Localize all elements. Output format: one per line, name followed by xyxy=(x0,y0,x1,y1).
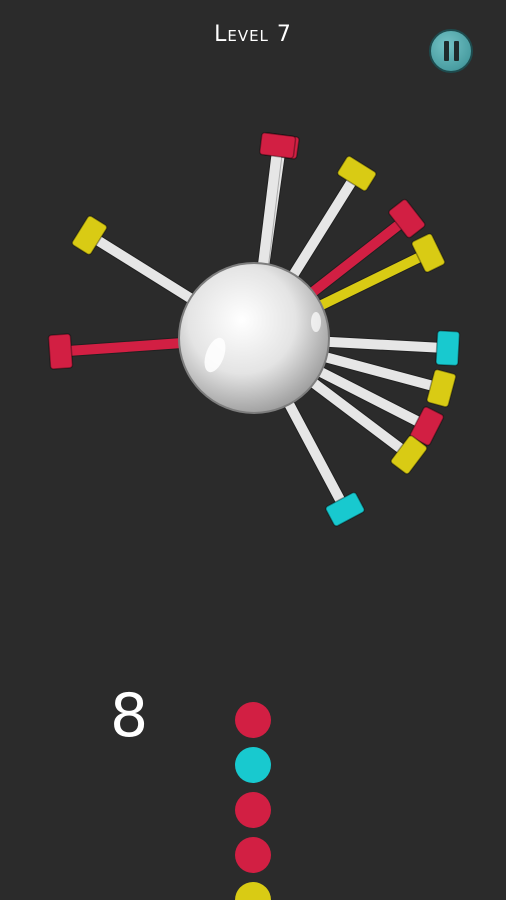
wheel-hub xyxy=(178,262,330,414)
game-screen[interactable]: Level 7 8 xyxy=(0,0,506,900)
pin-cap-red xyxy=(259,132,297,159)
pin-rod xyxy=(257,153,282,270)
pin-red xyxy=(47,333,185,370)
pin-rod xyxy=(323,336,440,353)
pin-yellow xyxy=(71,215,198,306)
pin-cap-yellow xyxy=(426,368,457,408)
remaining-balls-count: 8 xyxy=(110,681,149,751)
pin-rod xyxy=(94,235,198,306)
pin-cap-cyan xyxy=(435,330,461,367)
pin-cap-yellow xyxy=(411,233,446,273)
pin-rod xyxy=(282,397,346,504)
pin-cap-red xyxy=(47,333,74,370)
rotating-wheel xyxy=(47,132,461,527)
pin-yellow xyxy=(286,155,377,282)
pin-cap-cyan xyxy=(325,491,365,527)
